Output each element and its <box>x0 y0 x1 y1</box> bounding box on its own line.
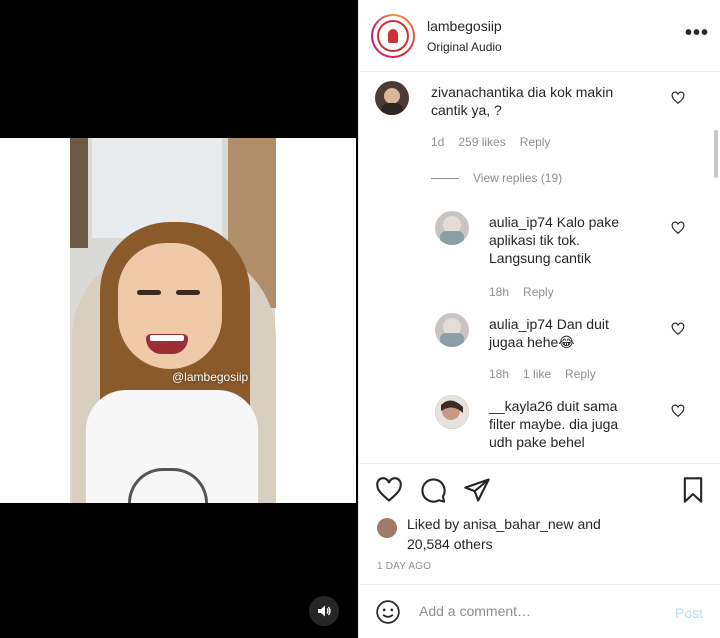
comments-list[interactable]: zivanachantika dia kok makin cantik ya, … <box>359 73 720 463</box>
reply-username[interactable]: aulia_ip74 <box>489 316 553 332</box>
bookmark-icon[interactable] <box>679 476 707 504</box>
share-icon[interactable] <box>463 476 491 504</box>
video-person-teeth <box>150 335 184 341</box>
reply-time: 18h <box>489 367 510 381</box>
comment-meta: 1d 259 likes Reply <box>431 135 550 149</box>
view-replies-line <box>431 177 459 179</box>
reply-like-icon[interactable] <box>671 322 685 336</box>
audio-label[interactable]: Original Audio <box>427 40 502 54</box>
avatar-photo-icon <box>440 318 464 347</box>
video-player[interactable]: @lambegosiip <box>0 0 358 638</box>
comment-username[interactable]: zivanachantika <box>431 84 524 100</box>
reply-avatar[interactable] <box>435 211 469 245</box>
reply-body: aulia_ip74 Kalo pake aplikasi tik tok. L… <box>489 213 639 267</box>
reply-reply-button[interactable]: Reply <box>565 367 596 381</box>
likes-middle: and <box>573 516 601 532</box>
speaker-icon <box>318 605 331 617</box>
video-person-eye-left <box>137 290 161 295</box>
reply-meta: 18h Reply <box>489 285 554 299</box>
post-actions: Liked by anisa_bahar_new and 20,584 othe… <box>359 463 720 583</box>
avatar-photo-icon <box>435 395 469 429</box>
comment-avatar[interactable] <box>375 81 409 115</box>
reply-avatar[interactable] <box>435 395 469 429</box>
author-avatar[interactable] <box>371 14 415 58</box>
post-header: lambegosiip Original Audio ••• <box>359 0 720 72</box>
emoji-icon[interactable] <box>375 599 401 625</box>
heart-icon[interactable] <box>375 476 403 504</box>
view-replies-label[interactable]: View replies (19) <box>473 171 562 185</box>
comment-input[interactable] <box>419 603 649 619</box>
comment-icon[interactable] <box>419 476 447 504</box>
reply-body: __kayla26 duit sama filter maybe. dia ju… <box>489 397 639 451</box>
video-person-eye-right <box>176 290 200 295</box>
video-window-frame <box>70 138 88 248</box>
author-logo-icon <box>377 20 409 52</box>
comment-like-icon[interactable] <box>671 91 685 105</box>
likes-prefix: Liked by <box>407 516 464 532</box>
reply-likes[interactable]: 1 like <box>523 367 551 381</box>
reply-time: 18h <box>489 285 510 299</box>
comment-likes[interactable]: 259 likes <box>458 135 505 149</box>
liker-avatar[interactable] <box>377 518 397 538</box>
more-options-button[interactable]: ••• <box>685 22 709 45</box>
post-comment-button[interactable]: Post <box>675 605 703 621</box>
likes-others[interactable]: 20,584 others <box>407 536 493 552</box>
reply-reply-button[interactable]: Reply <box>523 285 554 299</box>
video-frame[interactable]: @lambegosiip <box>0 138 356 503</box>
sound-toggle-button[interactable] <box>309 596 339 626</box>
comment-time: 1d <box>431 135 445 149</box>
add-comment-bar: Post <box>359 584 720 638</box>
video-watermark: @lambegosiip <box>172 370 249 384</box>
comment-body: zivanachantika dia kok makin cantik ya, … <box>431 83 651 119</box>
comments-scrollbar[interactable] <box>714 130 718 178</box>
reply-username[interactable]: __kayla26 <box>489 398 553 414</box>
reply-like-icon[interactable] <box>671 221 685 235</box>
avatar-photo-icon <box>381 88 403 115</box>
view-replies-button[interactable]: View replies (19) <box>431 171 562 185</box>
comment-reply-button[interactable]: Reply <box>520 135 551 149</box>
reply-meta: 18h 1 like Reply <box>489 367 596 381</box>
reply-avatar[interactable] <box>435 313 469 347</box>
reply-like-icon[interactable] <box>671 404 685 418</box>
post-timestamp[interactable]: 1 DAY AGO <box>377 561 431 572</box>
likes-text: Liked by anisa_bahar_new and 20,584 othe… <box>407 514 667 554</box>
avatar-photo-icon <box>440 216 464 245</box>
post-details-panel: lambegosiip Original Audio ••• zivanacha… <box>358 0 720 638</box>
reply-body: aulia_ip74 Dan duit jugaa hehe😂 <box>489 315 639 351</box>
liker-username[interactable]: anisa_bahar_new <box>463 516 574 532</box>
reply-username[interactable]: aulia_ip74 <box>489 214 553 230</box>
author-username[interactable]: lambegosiip <box>427 18 502 34</box>
